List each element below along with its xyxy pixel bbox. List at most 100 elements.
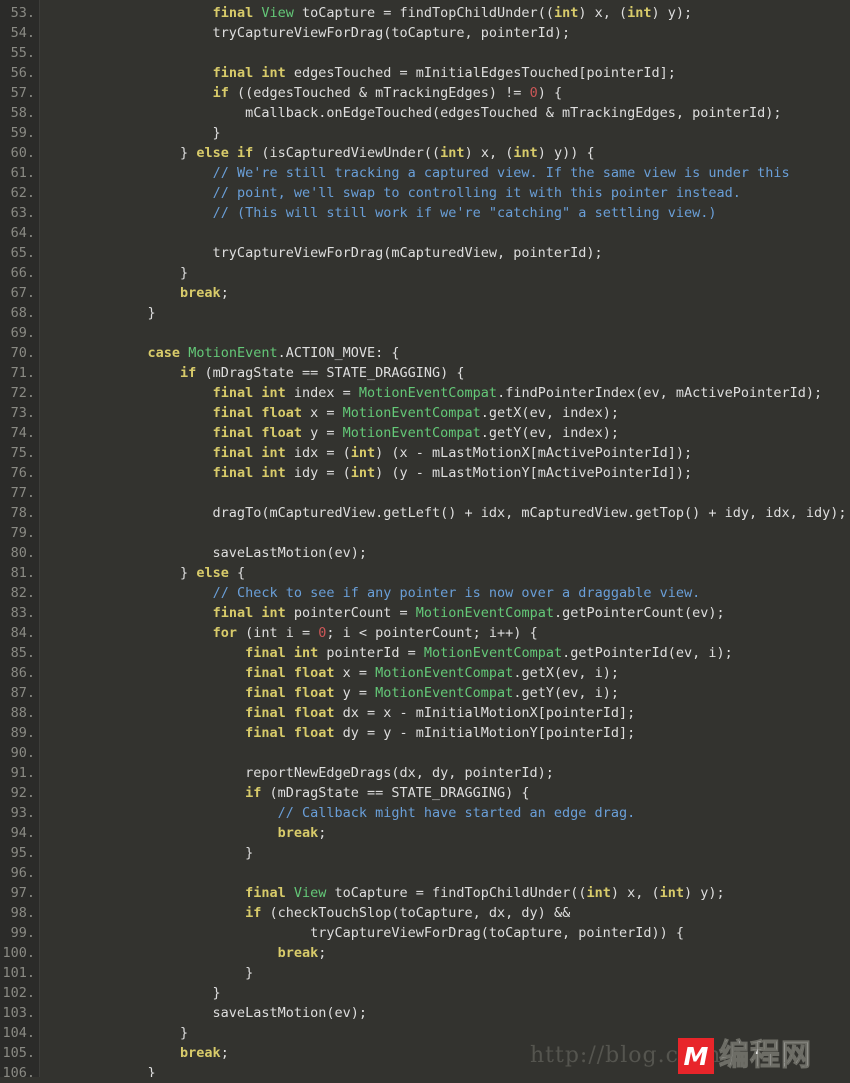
code-line[interactable] [50, 523, 850, 543]
line-number: 98. [0, 903, 39, 923]
line-number: 87. [0, 683, 39, 703]
code-token: int [261, 465, 285, 481]
code-token: .getX(ev, index); [481, 405, 619, 421]
code-line[interactable]: // (This will still work if we're "catch… [50, 203, 850, 223]
code-token [50, 685, 245, 701]
code-line[interactable]: reportNewEdgeDrags(dx, dy, pointerId); [50, 763, 850, 783]
code-line[interactable] [50, 863, 850, 883]
code-line[interactable]: final int index = MotionEventCompat.find… [50, 383, 850, 403]
code-line[interactable]: dragTo(mCapturedView.getLeft() + idx, mC… [50, 503, 850, 523]
code-line[interactable]: if ((edgesTouched & mTrackingEdges) != 0… [50, 83, 850, 103]
code-token [50, 165, 213, 181]
code-line[interactable] [50, 43, 850, 63]
code-line[interactable]: final float y = MotionEventCompat.getY(e… [50, 683, 850, 703]
line-number: 78. [0, 503, 39, 523]
code-line[interactable]: tryCaptureViewForDrag(toCapture, pointer… [50, 923, 850, 943]
code-line[interactable]: } [50, 983, 850, 1003]
code-token [50, 725, 245, 741]
code-line[interactable]: tryCaptureViewForDrag(mCapturedView, poi… [50, 243, 850, 263]
code-token: 0 [530, 85, 538, 101]
code-line[interactable]: break; [50, 1043, 850, 1063]
code-token: float [294, 665, 335, 681]
code-line[interactable]: break; [50, 943, 850, 963]
line-number-gutter: 53.54.55.56.57.58.59.60.61.62.63.64.65.6… [0, 0, 40, 1077]
code-token: pointerCount = [286, 605, 416, 621]
code-line[interactable]: final int pointerCount = MotionEventComp… [50, 603, 850, 623]
code-line[interactable]: } [50, 303, 850, 323]
code-line[interactable]: final float dy = y - mInitialMotionY[poi… [50, 723, 850, 743]
code-line[interactable]: for (int i = 0; i < pointerCount; i++) { [50, 623, 850, 643]
code-line[interactable]: final int idx = (int) (x - mLastMotionX[… [50, 443, 850, 463]
code-line[interactable]: // We're still tracking a captured view.… [50, 163, 850, 183]
code-token: break [278, 825, 319, 841]
code-line[interactable]: // Callback might have started an edge d… [50, 803, 850, 823]
code-line[interactable]: final int edgesTouched = mInitialEdgesTo… [50, 63, 850, 83]
line-number: 69. [0, 323, 39, 343]
code-line[interactable]: } [50, 1023, 850, 1043]
code-line[interactable] [50, 223, 850, 243]
code-token [50, 825, 278, 841]
code-token: // point, we'll swap to controlling it w… [213, 185, 741, 201]
code-token: } [50, 985, 221, 1001]
code-line[interactable]: } [50, 1063, 850, 1077]
code-token: MotionEventCompat [416, 605, 554, 621]
code-line[interactable]: final float y = MotionEventCompat.getY(e… [50, 423, 850, 443]
code-line[interactable]: // Check to see if any pointer is now ov… [50, 583, 850, 603]
code-line[interactable]: saveLastMotion(ev); [50, 1003, 850, 1023]
code-token: final [213, 385, 254, 401]
code-line[interactable]: } [50, 123, 850, 143]
line-number: 96. [0, 863, 39, 883]
code-line[interactable] [50, 483, 850, 503]
code-line[interactable]: } [50, 843, 850, 863]
code-token: MotionEventCompat [359, 385, 497, 401]
code-token [50, 185, 213, 201]
code-line[interactable]: final float dx = x - mInitialMotionX[poi… [50, 703, 850, 723]
code-line[interactable]: break; [50, 823, 850, 843]
line-number: 71. [0, 363, 39, 383]
code-line[interactable]: final int idy = (int) (y - mLastMotionY[… [50, 463, 850, 483]
code-token: ; [221, 285, 229, 301]
code-line[interactable] [50, 743, 850, 763]
code-line[interactable]: if (mDragState == STATE_DRAGGING) { [50, 363, 850, 383]
code-token [50, 705, 245, 721]
code-token [50, 905, 245, 921]
code-line[interactable]: saveLastMotion(ev); [50, 543, 850, 563]
code-line[interactable]: } [50, 263, 850, 283]
code-content[interactable]: final View toCapture = findTopChildUnder… [40, 0, 850, 1077]
code-token: int [554, 5, 578, 21]
line-number: 92. [0, 783, 39, 803]
code-line[interactable]: break; [50, 283, 850, 303]
code-line[interactable]: final float x = MotionEventCompat.getX(e… [50, 403, 850, 423]
code-token: float [294, 705, 335, 721]
code-line[interactable]: // point, we'll swap to controlling it w… [50, 183, 850, 203]
code-line[interactable] [50, 323, 850, 343]
code-token [50, 1045, 180, 1061]
code-token: ) x, ( [578, 5, 627, 21]
code-token: MotionEventCompat [343, 425, 481, 441]
line-number: 97. [0, 883, 39, 903]
code-line[interactable]: } else { [50, 563, 850, 583]
code-token: final [213, 405, 254, 421]
code-line[interactable]: final float x = MotionEventCompat.getX(e… [50, 663, 850, 683]
code-line[interactable]: case MotionEvent.ACTION_MOVE: { [50, 343, 850, 363]
code-line[interactable]: mCallback.onEdgeTouched(edgesTouched & m… [50, 103, 850, 123]
code-token: } [50, 565, 196, 581]
code-line[interactable]: final View toCapture = findTopChildUnder… [50, 3, 850, 23]
code-token: .getX(ev, i); [513, 665, 619, 681]
code-token: int [513, 145, 537, 161]
code-line[interactable]: tryCaptureViewForDrag(toCapture, pointer… [50, 23, 850, 43]
code-token: if [237, 145, 253, 161]
code-token [50, 285, 180, 301]
code-line[interactable]: if (mDragState == STATE_DRAGGING) { [50, 783, 850, 803]
code-token: tryCaptureViewForDrag(mCapturedView, poi… [50, 245, 603, 261]
code-line[interactable]: final View toCapture = findTopChildUnder… [50, 883, 850, 903]
code-token [50, 665, 245, 681]
code-token: case [148, 345, 181, 361]
code-token [50, 425, 213, 441]
code-token [50, 785, 245, 801]
line-number: 101. [0, 963, 39, 983]
code-line[interactable]: } else if (isCapturedViewUnder((int) x, … [50, 143, 850, 163]
code-line[interactable]: final int pointerId = MotionEventCompat.… [50, 643, 850, 663]
code-line[interactable]: if (checkTouchSlop(toCapture, dx, dy) && [50, 903, 850, 923]
code-line[interactable]: } [50, 963, 850, 983]
